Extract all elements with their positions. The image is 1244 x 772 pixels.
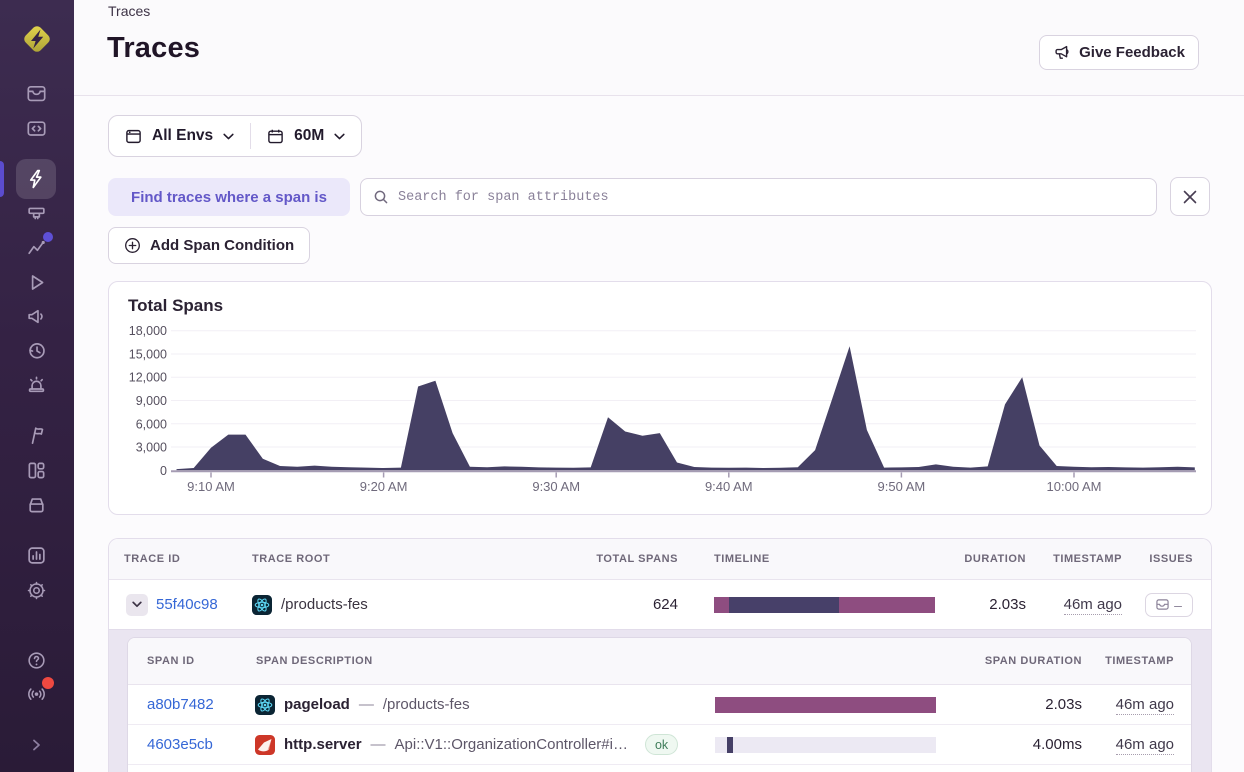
svg-text:0: 0: [160, 464, 167, 478]
whats-new-notification-dot: [42, 677, 54, 689]
trace-id-link[interactable]: 55f40c98: [156, 596, 218, 613]
sidebar-item-settings[interactable]: [18, 572, 54, 608]
svg-text:12,000: 12,000: [129, 371, 167, 385]
span-search-bar[interactable]: [360, 178, 1157, 216]
main-content: Traces Traces Give Feedback All Envs 60M…: [74, 0, 1244, 772]
sidebar-item-traces[interactable]: [18, 161, 54, 197]
span-duration: 4.00ms: [1032, 736, 1082, 753]
sidebar: [0, 0, 74, 772]
trace-timeline-bar: [714, 596, 935, 613]
col-span-description: SPAN DESCRIPTION: [256, 655, 373, 667]
traces-table: TRACE ID TRACE ROOT TOTAL SPANS TIMELINE…: [108, 538, 1212, 772]
span-table-header: SPAN ID SPAN DESCRIPTION SPAN DURATION T…: [128, 638, 1191, 685]
chevron-down-icon: [223, 133, 234, 140]
page-filters: All Envs 60M: [108, 115, 363, 157]
total-spans-area-chart[interactable]: 0 3,000 6,000 9,000 12,000 15,000 18,000 9:10 A…: [109, 282, 1211, 514]
span-timeline-bar: [715, 736, 936, 753]
span-description: Api::V1::OrganizationController#i…: [394, 736, 628, 753]
environment-icon: [125, 128, 142, 145]
active-item-indicator: [0, 161, 4, 197]
sidebar-item-dashboards[interactable]: [18, 452, 54, 488]
megaphone-icon: [1053, 44, 1071, 62]
svg-text:6,000: 6,000: [136, 417, 167, 431]
sidebar-item-alerts[interactable]: [18, 366, 54, 402]
trace-timestamp[interactable]: 46m ago: [1063, 596, 1122, 615]
traces-table-header: TRACE ID TRACE ROOT TOTAL SPANS TIMELINE…: [109, 539, 1211, 580]
page-title: Traces: [107, 32, 201, 64]
sidebar-item-stats[interactable]: [18, 537, 54, 573]
col-trace-id: TRACE ID: [124, 553, 181, 565]
clear-search-button[interactable]: [1170, 177, 1210, 216]
span-id-link[interactable]: a80b7482: [147, 696, 214, 713]
span-status-badge: ok: [644, 734, 679, 755]
span-description: /products-fes: [382, 696, 470, 713]
chart-title: Total Spans: [128, 296, 224, 315]
environment-filter[interactable]: All Envs: [109, 116, 250, 156]
ruby-icon: [255, 734, 275, 755]
span-timestamp[interactable]: 46m ago: [1115, 696, 1174, 715]
col-timeline: TIMELINE: [714, 553, 770, 565]
sentry-logo[interactable]: [19, 21, 55, 57]
react-icon: [255, 694, 275, 715]
plus-circle-icon: [124, 237, 141, 254]
trace-issues-button[interactable]: –: [1145, 592, 1193, 617]
give-feedback-button[interactable]: Give Feedback: [1039, 35, 1199, 70]
sidebar-item-profiling[interactable]: [18, 195, 54, 231]
sidebar-item-projects[interactable]: [18, 486, 54, 522]
trace-duration: 2.03s: [989, 596, 1026, 613]
page-header: Traces Traces Give Feedback: [74, 0, 1244, 96]
trace-root-label: /products-fes: [281, 596, 368, 613]
trace-row[interactable]: 55f40c98 /products-fes 624 2.03s 46m ago…: [109, 580, 1211, 629]
span-op: http.server: [284, 736, 362, 753]
svg-text:9:40 AM: 9:40 AM: [705, 479, 753, 494]
sidebar-item-user-feedback[interactable]: [18, 298, 54, 334]
svg-text:9:30 AM: 9:30 AM: [532, 479, 580, 494]
span-row[interactable]: 4603e5cb http.server — Api::V1::Organiza…: [128, 725, 1191, 765]
col-span-duration: SPAN DURATION: [984, 655, 1082, 667]
svg-text:15,000: 15,000: [129, 348, 167, 362]
search-icon: [373, 189, 389, 205]
search-input[interactable]: [398, 189, 1144, 205]
col-duration: DURATION: [964, 553, 1026, 565]
svg-text:3,000: 3,000: [136, 441, 167, 455]
col-issues: ISSUES: [1149, 553, 1193, 565]
span-timestamp[interactable]: 46m ago: [1115, 736, 1174, 755]
add-span-condition-button[interactable]: Add Span Condition: [108, 227, 311, 264]
sidebar-item-replays[interactable]: [18, 264, 54, 300]
react-icon: [252, 594, 272, 615]
insights-notification-dot: [43, 232, 53, 242]
span-timeline-bar: [715, 696, 936, 713]
svg-text:9:10 AM: 9:10 AM: [187, 479, 235, 494]
span-row[interactable]: a80b7482 pageload — /products-fes 2.03s …: [128, 685, 1191, 725]
search-prefix-label: Find traces where a span is: [108, 178, 350, 216]
col-span-id: SPAN ID: [147, 655, 195, 667]
sidebar-item-explore[interactable]: [18, 110, 54, 146]
col-span-timestamp: TIMESTAMP: [1105, 655, 1174, 667]
total-spans-value: 624: [652, 596, 678, 613]
time-range-filter[interactable]: 60M: [251, 116, 361, 156]
sidebar-item-help[interactable]: [18, 642, 54, 678]
span-table: SPAN ID SPAN DESCRIPTION SPAN DURATION T…: [127, 637, 1192, 772]
span-op: pageload: [284, 696, 350, 713]
calendar-icon: [267, 128, 284, 145]
svg-text:9,000: 9,000: [136, 394, 167, 408]
sidebar-item-history[interactable]: [18, 332, 54, 368]
svg-text:9:20 AM: 9:20 AM: [360, 479, 408, 494]
chevron-down-icon: [334, 133, 345, 140]
sidebar-item-issues[interactable]: [18, 75, 54, 111]
breadcrumb[interactable]: Traces: [108, 3, 150, 19]
col-timestamp: TIMESTAMP: [1053, 553, 1122, 565]
span-duration: 2.03s: [1045, 696, 1082, 713]
sidebar-collapse-button[interactable]: [18, 727, 54, 763]
collapse-trace-button[interactable]: [126, 593, 148, 616]
col-trace-root: TRACE ROOT: [252, 553, 331, 565]
span-id-link[interactable]: 4603e5cb: [147, 736, 213, 753]
total-spans-chart-panel: Total Spans 0 3,000 6,000 9,000 12,000 15,000…: [108, 281, 1212, 515]
svg-text:9:50 AM: 9:50 AM: [878, 479, 926, 494]
svg-text:18,000: 18,000: [129, 324, 167, 338]
trace-expansion: SPAN ID SPAN DESCRIPTION SPAN DURATION T…: [109, 629, 1211, 772]
svg-text:10:00 AM: 10:00 AM: [1047, 479, 1102, 494]
sidebar-item-feature-flags[interactable]: [18, 417, 54, 453]
col-total-spans: TOTAL SPANS: [596, 553, 678, 565]
